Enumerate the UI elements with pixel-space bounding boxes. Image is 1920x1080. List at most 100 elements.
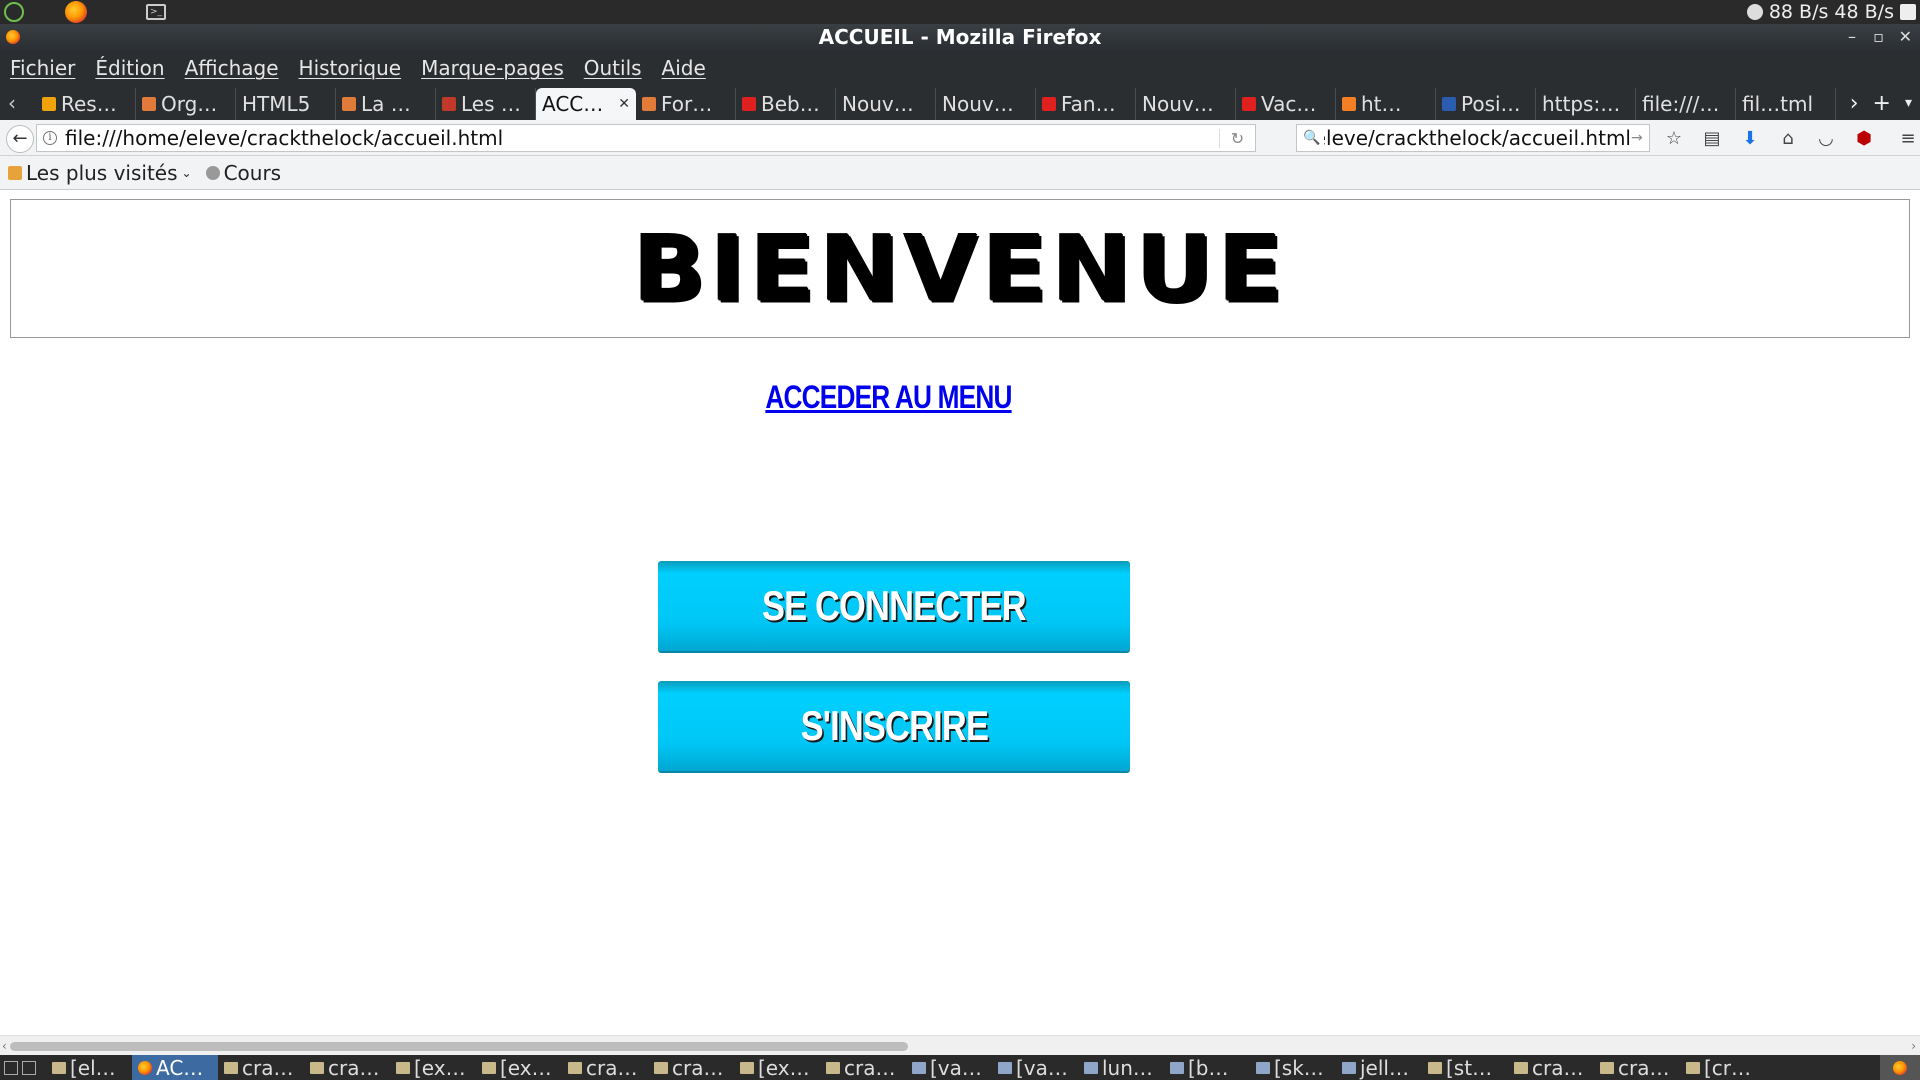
maximize-button[interactable]: ▫ bbox=[1873, 24, 1884, 50]
tab-11[interactable]: Nouv… bbox=[1136, 88, 1236, 120]
taskbar-item-19[interactable]: [cr… bbox=[1680, 1055, 1766, 1080]
menu-historique[interactable]: Historique bbox=[299, 56, 402, 80]
menu-aide[interactable]: Aide bbox=[662, 56, 706, 80]
tab-8[interactable]: Nouv… bbox=[836, 88, 936, 120]
app-menu-launcher[interactable] bbox=[2, 1, 26, 23]
folder-icon bbox=[826, 1061, 840, 1074]
hc-icon bbox=[1442, 97, 1456, 111]
system-tray: 88 B/s 48 B/s bbox=[1746, 0, 1920, 24]
taskbar-item-0[interactable]: [el… bbox=[46, 1055, 132, 1080]
new-tab-icon[interactable]: + bbox=[1873, 91, 1891, 116]
network-icon[interactable] bbox=[1746, 4, 1763, 20]
taskbar-item-9[interactable]: cra… bbox=[820, 1055, 906, 1080]
taskbar-item-12[interactable]: lun… bbox=[1078, 1055, 1164, 1080]
tab-9[interactable]: Nouv… bbox=[936, 88, 1036, 120]
taskbar-item-label: jell… bbox=[1360, 1055, 1409, 1080]
taskbar-firefox-indicator[interactable] bbox=[1880, 1055, 1920, 1080]
search-go-icon[interactable]: → bbox=[1631, 130, 1649, 146]
tab-7[interactable]: Beb… bbox=[736, 88, 836, 120]
taskbar-item-10[interactable]: [va… bbox=[906, 1055, 992, 1080]
taskbar-item-18[interactable]: cra… bbox=[1594, 1055, 1680, 1080]
tray-app-icon[interactable] bbox=[1900, 4, 1916, 20]
taskbar-item-15[interactable]: jell… bbox=[1336, 1055, 1422, 1080]
tab-list-dropdown-icon[interactable]: ▾ bbox=[1905, 95, 1912, 111]
vm-icon bbox=[998, 1061, 1012, 1074]
menu-affichage[interactable]: Affichage bbox=[185, 56, 279, 80]
site-info-icon[interactable]: i bbox=[43, 131, 57, 145]
window-titlebar[interactable]: ACCUEIL - Mozilla Firefox – ▫ ✕ bbox=[0, 24, 1920, 50]
menu-marque-pages[interactable]: Marque-pages bbox=[421, 56, 564, 80]
horizontal-scrollbar[interactable]: ‹ › bbox=[0, 1035, 1920, 1055]
taskbar-item-17[interactable]: cra… bbox=[1508, 1055, 1594, 1080]
tab-16[interactable]: file:///… bbox=[1636, 88, 1736, 120]
tab-0[interactable]: Res… bbox=[36, 88, 136, 120]
tab-label: Les … bbox=[461, 92, 521, 116]
tab-12[interactable]: Vac… bbox=[1236, 88, 1336, 120]
tab-17[interactable]: fil…tml bbox=[1736, 88, 1836, 120]
bookmark-cours[interactable]: Cours bbox=[205, 161, 281, 185]
tab-list: Res… Org… HTML5 La … Les … ACC… ✕ For… Beb… Nouv…… bbox=[36, 88, 1836, 120]
scrollbar-thumb[interactable] bbox=[10, 1042, 908, 1051]
taskbar-item-4[interactable]: [ex… bbox=[390, 1055, 476, 1080]
tab-3[interactable]: La … bbox=[336, 88, 436, 120]
tab-15[interactable]: https:… bbox=[1536, 88, 1636, 120]
folder-icon bbox=[1686, 1061, 1700, 1074]
register-button[interactable]: S'INSCRIRE bbox=[658, 681, 1130, 771]
reading-list-icon[interactable]: ▤ bbox=[1700, 128, 1724, 149]
taskbar-item-3[interactable]: cra… bbox=[304, 1055, 390, 1080]
tab-4[interactable]: Les … bbox=[436, 88, 536, 120]
tab-2[interactable]: HTML5 bbox=[236, 88, 336, 120]
hamburger-menu-icon[interactable]: ≡ bbox=[1896, 128, 1920, 149]
search-bar[interactable]: 🔍 eleve/crackthelock/accueil.html → bbox=[1296, 124, 1650, 152]
taskbar-item-2[interactable]: cra… bbox=[218, 1055, 304, 1080]
taskbar-item-13[interactable]: [b… bbox=[1164, 1055, 1250, 1080]
scroll-left-icon[interactable]: ‹ bbox=[2, 1036, 7, 1056]
minimize-button[interactable]: – bbox=[1848, 24, 1856, 50]
taskbar-item-14[interactable]: [sk… bbox=[1250, 1055, 1336, 1080]
tab-scroll-right-icon[interactable]: › bbox=[1850, 91, 1859, 116]
downloads-icon[interactable]: ⬇ bbox=[1738, 128, 1762, 149]
bookmark-most-visited[interactable]: Les plus visités ⌄ bbox=[8, 161, 192, 185]
search-icon: 🔍 bbox=[1303, 130, 1321, 146]
connect-button[interactable]: SE CONNECTER bbox=[658, 561, 1130, 651]
tab-6[interactable]: For… bbox=[636, 88, 736, 120]
firefox-launcher[interactable] bbox=[64, 1, 88, 23]
tab-scroll-left-icon[interactable]: ‹ bbox=[0, 86, 24, 120]
menu-link[interactable]: ACCEDER AU MENU bbox=[160, 379, 1617, 416]
bookmark-star-icon[interactable]: ☆ bbox=[1662, 128, 1686, 149]
menu-edition[interactable]: Édition bbox=[95, 56, 164, 80]
scroll-right-icon[interactable]: › bbox=[1911, 1036, 1916, 1056]
tab-10[interactable]: Fan… bbox=[1036, 88, 1136, 120]
url-text[interactable]: file:///home/eleve/crackthelock/accueil.… bbox=[65, 126, 1219, 150]
reload-icon[interactable]: ↻ bbox=[1219, 128, 1255, 148]
taskbar-item-6[interactable]: cra… bbox=[562, 1055, 648, 1080]
tab-13[interactable]: ht… bbox=[1336, 88, 1436, 120]
taskbar-item-8[interactable]: [ex… bbox=[734, 1055, 820, 1080]
workspace-icon[interactable] bbox=[22, 1060, 36, 1075]
taskbar-item-5[interactable]: [ex… bbox=[476, 1055, 562, 1080]
pocket-icon[interactable]: ◡ bbox=[1814, 128, 1838, 149]
taskbar-item-7[interactable]: cra… bbox=[648, 1055, 734, 1080]
show-desktop-icon[interactable] bbox=[4, 1060, 18, 1075]
firefox-icon bbox=[65, 1, 87, 23]
menu-outils[interactable]: Outils bbox=[584, 56, 642, 80]
ublock-icon[interactable]: ⬢ bbox=[1852, 128, 1876, 149]
back-button[interactable]: ← bbox=[6, 125, 34, 153]
taskbar-start[interactable] bbox=[0, 1055, 46, 1080]
tab-label: For… bbox=[661, 92, 713, 116]
close-tab-icon[interactable]: ✕ bbox=[618, 96, 630, 112]
terminal-launcher[interactable]: >_ bbox=[144, 1, 168, 23]
url-bar[interactable]: i file:///home/eleve/crackthelock/accuei… bbox=[36, 124, 1256, 152]
home-icon[interactable]: ⌂ bbox=[1776, 128, 1800, 149]
menu-fichier[interactable]: Fichier bbox=[10, 56, 75, 80]
tab-1[interactable]: Org… bbox=[136, 88, 236, 120]
search-input[interactable]: eleve/crackthelock/accueil.html bbox=[1324, 126, 1631, 150]
tab-14[interactable]: Posi… bbox=[1436, 88, 1536, 120]
taskbar-item-16[interactable]: [st… bbox=[1422, 1055, 1508, 1080]
taskbar-item-11[interactable]: [va… bbox=[992, 1055, 1078, 1080]
orange-icon bbox=[342, 97, 356, 111]
taskbar-item-1[interactable]: AC… bbox=[132, 1055, 218, 1080]
tab-5[interactable]: ACC… ✕ bbox=[536, 88, 636, 120]
close-window-button[interactable]: ✕ bbox=[1899, 24, 1912, 50]
taskbar-item-label: cra… bbox=[1618, 1055, 1670, 1080]
